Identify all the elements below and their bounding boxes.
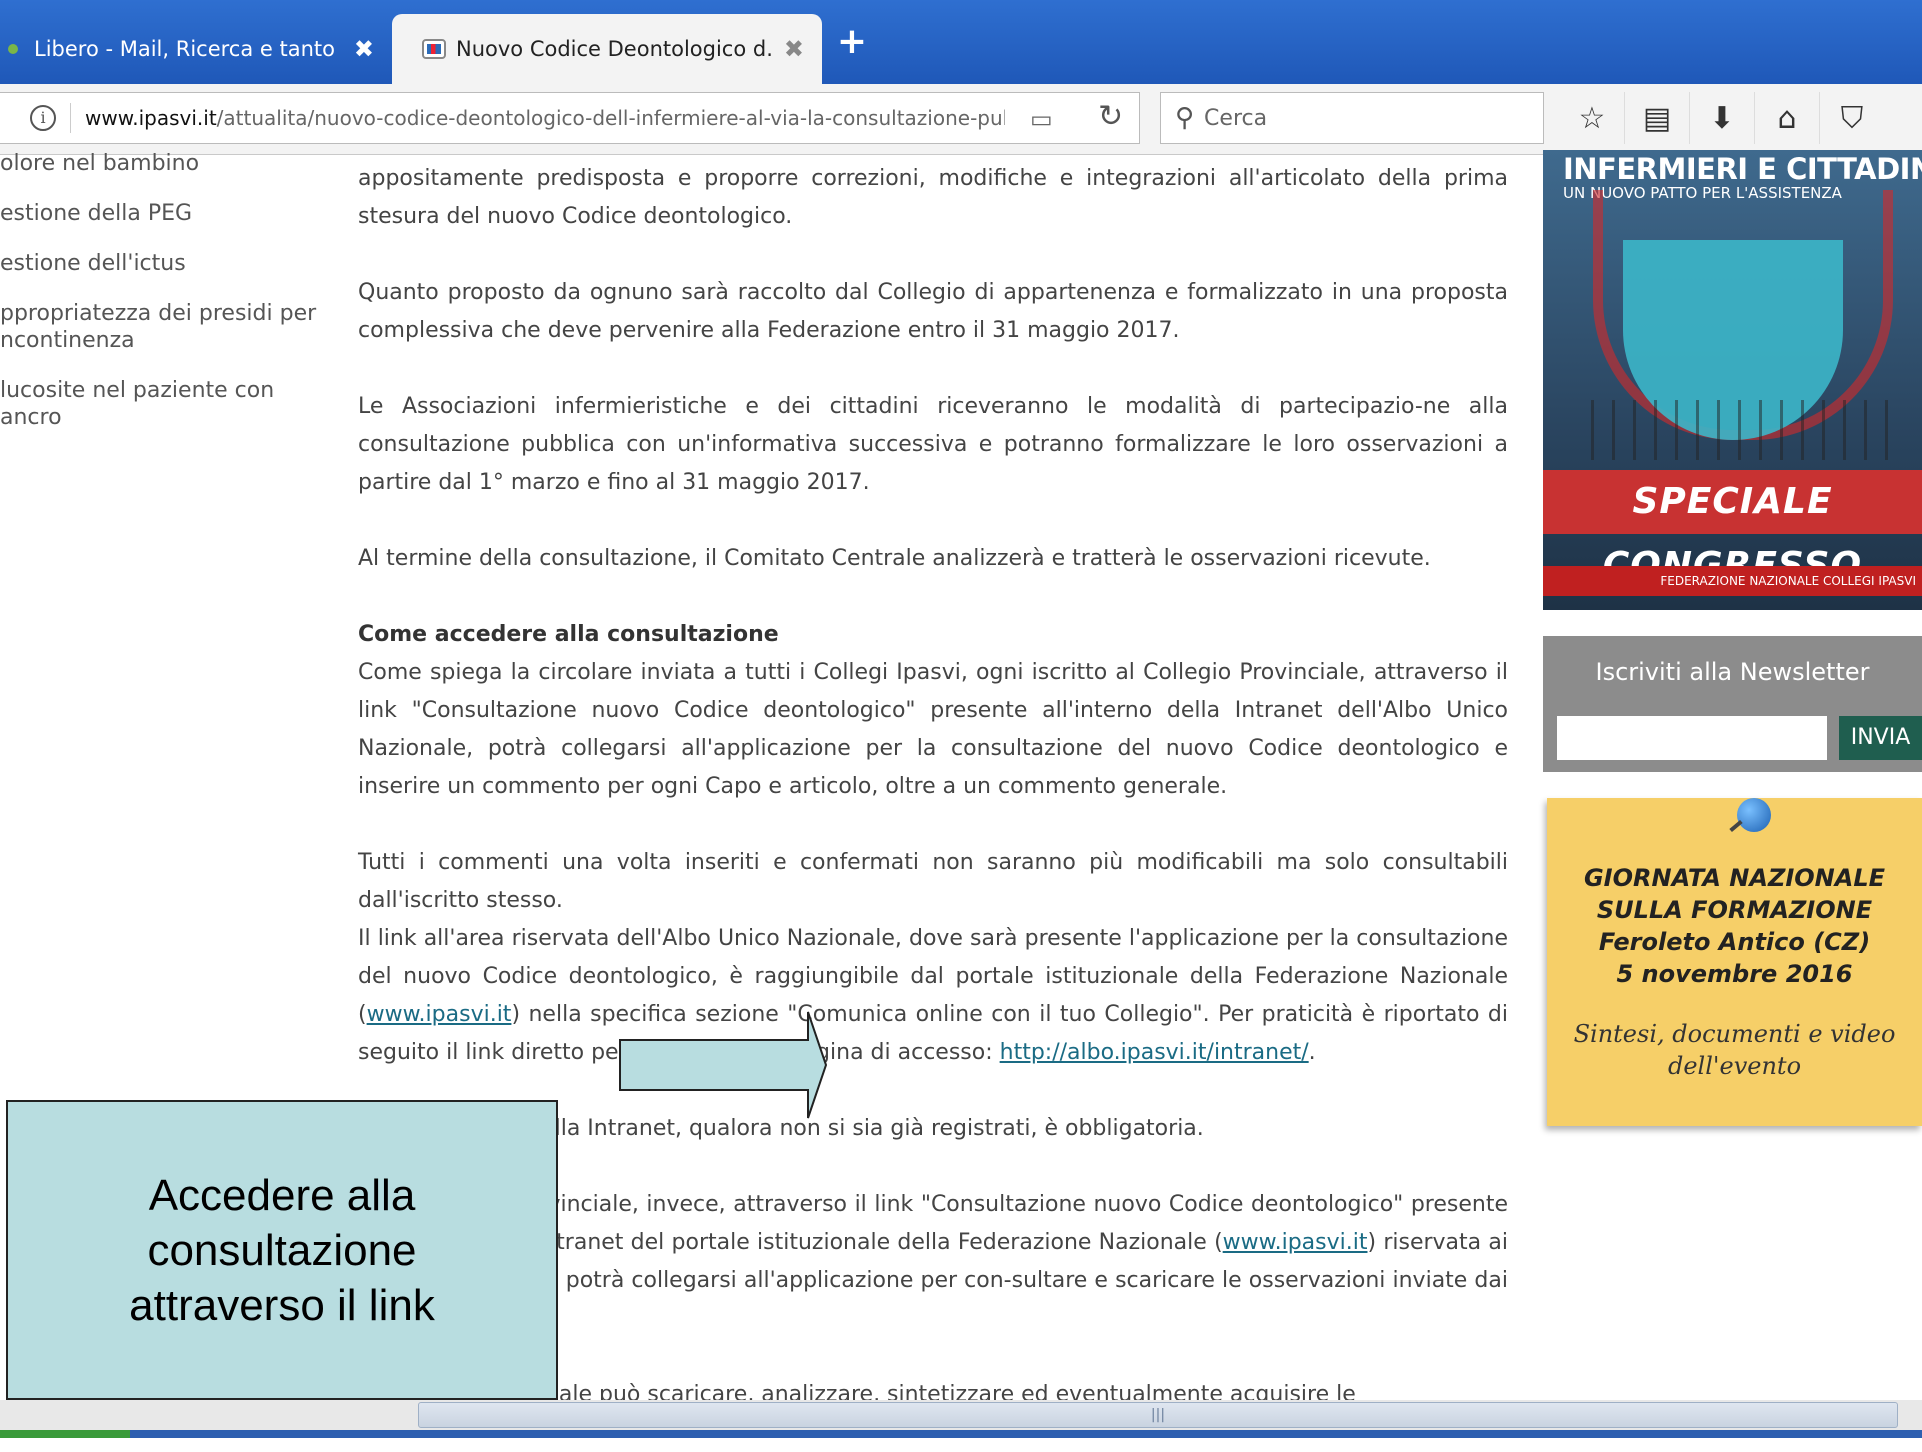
ipasvi-site-link[interactable]: www.ipasvi.it: [1223, 1230, 1368, 1255]
pocket-icon[interactable]: ⛉: [1819, 92, 1884, 144]
address-bar[interactable]: i www.ipasvi.it/attualita/nuovo-codice-d…: [0, 92, 1140, 144]
divider: [70, 103, 71, 133]
postit-title: GIORNATA NAZIONALE SULLA FORMAZIONE Fero…: [1583, 864, 1886, 988]
newsletter-box: Iscriviti alla Newsletter INVIA: [1543, 636, 1922, 772]
taskbar: [0, 1430, 1922, 1438]
scrollbar-thumb[interactable]: |||: [418, 1402, 1898, 1428]
new-tab-button[interactable]: +: [832, 22, 872, 62]
search-icon: ⚲: [1175, 103, 1195, 133]
close-tab-icon[interactable]: ✖: [354, 35, 374, 63]
menu-item[interactable]: lucosite nel paziente con ancro: [0, 377, 320, 431]
tab-label: Nuovo Codice Deontologico d...: [456, 37, 772, 61]
url-path: /attualita/nuovo-codice-deontologico-del…: [216, 106, 1005, 130]
section-heading: Come accedere alla consultazione: [358, 622, 779, 647]
article-paragraph: Il link all'area riservata dell'Albo Uni…: [358, 920, 1508, 1072]
libero-favicon-icon: [8, 44, 18, 54]
bookmark-star-icon[interactable]: ☆: [1560, 92, 1624, 144]
text-fragment: ) nella specifica sezione "Comunica onli…: [358, 1002, 1508, 1065]
crowd-graphic: [1573, 400, 1903, 460]
close-tab-icon[interactable]: ✖: [784, 35, 804, 63]
article-paragraph: Al termine della consultazione, il Comit…: [358, 546, 1431, 571]
newsletter-title: Iscriviti alla Newsletter: [1595, 658, 1870, 686]
search-input[interactable]: ⚲ Cerca: [1160, 92, 1544, 144]
tab-label: Libero - Mail, Ricerca e tanto ...: [34, 37, 342, 61]
tab-codice-deontologico[interactable]: Nuovo Codice Deontologico d... ✖: [392, 14, 822, 84]
intranet-link[interactable]: http://albo.ipasvi.it/intranet/: [1000, 1040, 1309, 1065]
start-button[interactable]: [0, 1430, 130, 1438]
menu-item[interactable]: ppropriatezza dei presidi per ncontinenz…: [0, 300, 320, 354]
article-paragraph: Quanto proposto da ognuno sarà raccolto …: [358, 280, 1508, 343]
federation-footer: FEDERAZIONE NAZIONALE COLLEGI IPASVI: [1543, 566, 1922, 596]
speciale-congresso-label: SPECIALE CONGRESSO: [1543, 470, 1922, 586]
menu-item[interactable]: olore nel bambino: [0, 150, 320, 177]
navigation-bar: i www.ipasvi.it/attualita/nuovo-codice-d…: [0, 84, 1922, 155]
article-paragraph: appositamente predisposta e proporre cor…: [358, 166, 1508, 229]
horizontal-scrollbar[interactable]: |||: [0, 1400, 1922, 1430]
tab-strip: Libero - Mail, Ricerca e tanto ... ✖ Nuo…: [0, 0, 1922, 84]
reader-view-icon[interactable]: ▭: [1030, 105, 1053, 133]
article-paragraph: Tutti i commenti una volta inseriti e co…: [358, 850, 1508, 913]
congress-banner[interactable]: INFERMIERI E CITTADINI: UN NUOVO PATTO P…: [1543, 150, 1922, 610]
left-menu: olore nel bambino estione della PEG esti…: [0, 150, 320, 454]
reload-icon[interactable]: ↻: [1098, 99, 1123, 134]
ipasvi-favicon-icon: [422, 39, 446, 59]
formazione-postit[interactable]: GIORNATA NAZIONALE SULLA FORMAZIONE Fero…: [1547, 798, 1922, 1126]
url-text[interactable]: www.ipasvi.it/attualita/nuovo-codice-deo…: [85, 106, 1005, 130]
download-icon[interactable]: ⬇: [1689, 92, 1754, 144]
ipasvi-site-link[interactable]: www.ipasvi.it: [367, 1002, 512, 1027]
callout-text: Accedere alla consultazione attraverso i…: [129, 1170, 435, 1330]
pushpin-icon: [1737, 798, 1771, 832]
menu-item[interactable]: estione della PEG: [0, 200, 320, 227]
search-placeholder: Cerca: [1204, 105, 1268, 131]
bookmarks-library-icon[interactable]: ▤: [1624, 92, 1689, 144]
site-info-icon[interactable]: i: [30, 105, 56, 131]
newsletter-submit-button[interactable]: INVIA: [1839, 716, 1922, 760]
annotation-arrow-icon: [619, 1011, 828, 1119]
banner-title: INFERMIERI E CITTADINI:: [1563, 152, 1922, 186]
menu-item[interactable]: estione dell'ictus: [0, 250, 320, 277]
text-fragment: .: [1308, 1040, 1316, 1065]
home-icon[interactable]: ⌂: [1754, 92, 1819, 144]
article-paragraph: Come spiega la circolare inviata a tutti…: [358, 660, 1508, 799]
article-paragraph: Le Associazioni infermieristiche e dei c…: [358, 394, 1508, 495]
url-domain: www.ipasvi.it: [85, 106, 217, 130]
toolbar-icons: ☆ ▤ ⬇ ⌂ ⛉: [1560, 92, 1884, 144]
newsletter-email-input[interactable]: [1557, 716, 1827, 760]
tab-libero[interactable]: Libero - Mail, Ricerca e tanto ... ✖: [0, 14, 392, 84]
annotation-callout: Accedere alla consultazione attraverso i…: [6, 1100, 558, 1400]
postit-subtitle: Sintesi, documenti e video dell'evento: [1573, 1020, 1896, 1080]
